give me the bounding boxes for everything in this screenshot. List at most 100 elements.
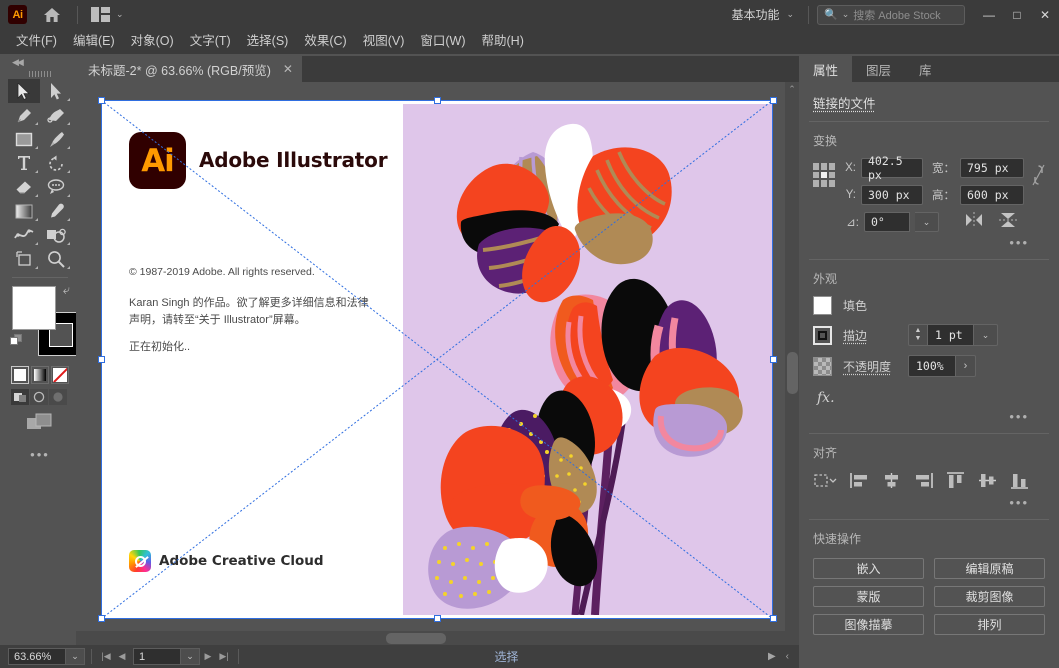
zoom-input[interactable]: 63.66% [8,648,66,665]
direct-selection-tool[interactable] [40,79,72,103]
search-input[interactable]: 🔍 ⌄ 搜索 Adobe Stock [817,4,965,25]
align-vertical-center-icon[interactable] [978,472,997,492]
flip-vertical-icon[interactable] [999,212,1017,231]
menu-select[interactable]: 选择(S) [239,29,297,54]
fx-button[interactable]: fx. [813,386,1045,406]
minimize-button[interactable]: — [975,0,1003,29]
fill-color-swatch[interactable] [813,296,832,315]
x-input[interactable]: 402.5 px [861,154,923,182]
last-artboard-button[interactable]: ▶| [216,648,232,665]
rectangle-tool[interactable] [8,127,40,151]
eyedropper-tool[interactable] [40,199,72,223]
vertical-scrollbar[interactable]: ⌃ ⌄ [785,82,799,645]
flip-horizontal-icon[interactable] [965,212,983,231]
tools-panel-grip[interactable] [8,68,72,79]
gradient-tool[interactable] [8,199,40,223]
tab-layers[interactable]: 图层 [852,56,905,82]
scroll-up-icon[interactable]: ⌃ [785,82,799,96]
selection-handle-mr[interactable] [770,356,777,363]
artboard-chevron-down-icon[interactable]: ⌄ [181,648,200,665]
y-input[interactable]: 300 px [861,185,923,205]
tab-properties[interactable]: 属性 [799,56,853,82]
swap-fill-stroke-icon[interactable]: ⤶ [63,282,70,298]
gradient-swatch-mode[interactable] [31,366,49,384]
zoom-tool[interactable] [40,247,72,271]
selection-handle-tr[interactable] [770,97,777,104]
horizontal-scrollbar[interactable] [76,631,799,645]
chevron-down-icon[interactable]: ⌄ [116,9,124,20]
canvas-area[interactable]: Ai Adobe Illustrator © 1987-2019 Adobe. … [76,82,799,645]
stroke-weight-chevron-down-icon[interactable]: ⌄ [974,324,998,346]
menu-edit[interactable]: 编辑(E) [65,29,123,54]
image-trace-button[interactable]: 图像描摹 [813,614,924,635]
eraser-tool[interactable] [8,175,40,199]
align-top-icon[interactable] [946,472,965,492]
stroke-weight-stepper[interactable]: ▲ ▼ [908,324,928,346]
selection-handle-br[interactable] [770,615,777,622]
opacity-input[interactable]: 100% [908,355,956,377]
selection-handle-bm[interactable] [434,615,441,622]
angle-input[interactable]: 0° [864,212,910,232]
status-play-icon[interactable]: ▶ [768,651,776,662]
edit-original-button[interactable]: 编辑原稿 [934,558,1045,579]
embed-button[interactable]: 嵌入 [813,558,924,579]
align-left-icon[interactable] [850,472,869,492]
close-button[interactable]: ✕ [1031,0,1059,29]
stroke-weight-input[interactable]: 1 pt [928,324,974,346]
opacity-options-icon[interactable]: › [956,355,976,377]
shape-builder-tool[interactable] [40,223,72,247]
align-to-selection-icon[interactable] [813,472,837,492]
prev-artboard-button[interactable]: ◀ [114,648,130,665]
status-collapse-icon[interactable]: ‹ [786,651,789,662]
selection-handle-tm[interactable] [434,97,441,104]
document-tab[interactable]: 未标题-2* @ 63.66% (RGB/预览) ✕ [76,56,303,82]
align-bottom-icon[interactable] [1010,472,1029,492]
artboard-number-input[interactable]: 1 [133,648,181,665]
maximize-button[interactable]: □ [1003,0,1031,29]
draw-inside-icon[interactable] [49,389,67,405]
selection-handle-bl[interactable] [98,615,105,622]
appearance-more-options[interactable]: ••• [813,406,1045,429]
menu-window[interactable]: 窗口(W) [412,29,473,54]
mask-button[interactable]: 蒙版 [813,586,924,607]
chevron-down-icon[interactable]: ⌄ [842,9,850,20]
reference-point-selector[interactable] [813,163,835,187]
menu-effect[interactable]: 效果(C) [296,29,354,54]
pen-tool[interactable] [8,103,40,127]
home-icon[interactable] [41,4,63,26]
none-swatch-mode[interactable] [51,366,69,384]
menu-file[interactable]: 文件(F) [8,29,65,54]
align-horizontal-center-icon[interactable] [882,472,901,492]
draw-normal-icon[interactable] [11,389,29,405]
angle-chevron-down-icon[interactable]: ⌄ [915,212,939,232]
align-more-options[interactable]: ••• [813,492,1045,515]
arrange-documents-icon[interactable]: ⌄ [91,7,124,22]
fill-swatch[interactable] [12,286,56,330]
align-right-icon[interactable] [914,472,933,492]
selection-handle-ml[interactable] [98,356,105,363]
vertical-scroll-thumb[interactable] [787,352,798,394]
selection-tool[interactable] [8,79,40,103]
arrange-button[interactable]: 排列 [934,614,1045,635]
type-tool[interactable] [8,151,40,175]
close-icon[interactable]: ✕ [283,62,293,76]
width-input[interactable]: 795 px [960,158,1024,178]
width-tool[interactable] [8,223,40,247]
rotate-tool[interactable] [40,151,72,175]
constrain-proportions-icon[interactable] [1032,164,1045,190]
draw-behind-icon[interactable] [30,389,48,405]
menu-object[interactable]: 对象(O) [123,29,182,54]
default-fill-stroke-icon[interactable] [10,334,23,347]
height-input[interactable]: 600 px [960,185,1024,205]
opacity-swatch[interactable] [813,356,832,376]
color-swatch-mode[interactable] [11,366,29,384]
change-screen-mode-icon[interactable] [8,405,72,439]
first-artboard-button[interactable]: |◀ [98,648,114,665]
lasso-tool[interactable] [40,175,72,199]
zoom-chevron-down-icon[interactable]: ⌄ [66,648,85,665]
selection-handle-tl[interactable] [98,97,105,104]
curvature-tool[interactable] [40,103,72,127]
chevron-down-icon[interactable]: ⌄ [786,9,794,20]
horizontal-scroll-thumb[interactable] [386,633,446,644]
workspace-switcher[interactable]: 基本功能 ⌄ [725,6,800,23]
